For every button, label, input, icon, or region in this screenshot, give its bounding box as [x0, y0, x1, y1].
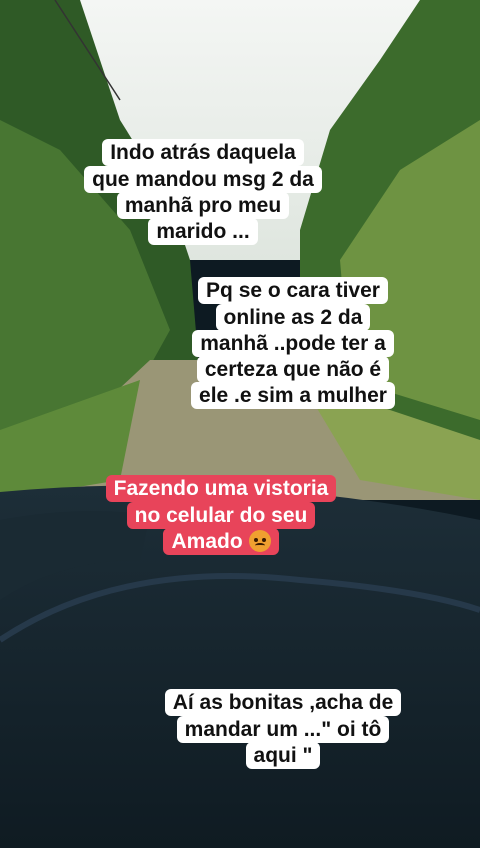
angry-face-icon — [248, 529, 271, 552]
caption-4-text: Aí as bonitas ,acha de mandar um ..." oi… — [164, 689, 402, 769]
caption-2: Pq se o cara tiver online as 2 da manhã … — [168, 252, 418, 410]
caption-1-text: Indo atrás daquela que mandou msg 2 da m… — [84, 139, 322, 245]
caption-3: Fazendo uma vistoria no celular do seu A… — [76, 450, 366, 555]
caption-3-text: Fazendo uma vistoria no celular do seu A… — [113, 477, 329, 553]
caption-1: Indo atrás daquela que mandou msg 2 da m… — [58, 114, 348, 245]
caption-3-line: Fazendo uma vistoria no celular do seu A… — [105, 475, 337, 555]
caption-4: Aí as bonitas ,acha de mandar um ..." oi… — [138, 664, 428, 769]
caption-2-text: Pq se o cara tiver online as 2 da manhã … — [191, 277, 395, 410]
